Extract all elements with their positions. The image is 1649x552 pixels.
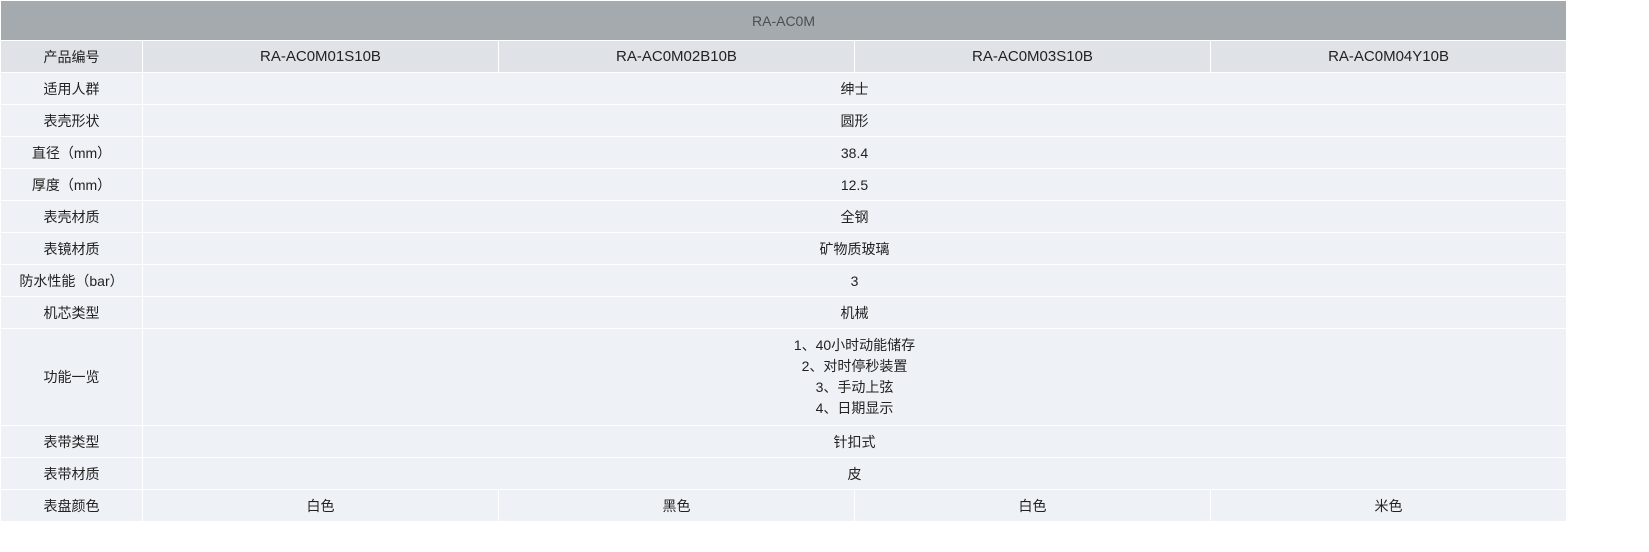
spec-row-movement-type: 机芯类型 机械 (0, 296, 1568, 329)
spec-label: 表带类型 (0, 425, 143, 458)
function-item: 4、日期显示 (815, 400, 894, 416)
spec-value: 机械 (141, 296, 1568, 329)
spec-value: 针扣式 (141, 425, 1568, 458)
product-code-label: 产品编号 (0, 40, 143, 73)
spec-label: 机芯类型 (0, 296, 143, 329)
spec-label: 功能一览 (0, 328, 143, 426)
model-row: 产品编号 RA-AC0M01S10B RA-AC0M02B10B RA-AC0M… (0, 40, 1568, 73)
spec-value: 12.5 (141, 168, 1568, 201)
function-item: 1、40小时动能储存 (793, 337, 916, 353)
spec-label: 表带材质 (0, 457, 143, 490)
dial-color-4: 米色 (1209, 489, 1568, 522)
spec-row-functions: 功能一览 1、40小时动能储存 2、对时停秒装置 3、手动上弦 4、日期显示 (0, 328, 1568, 426)
spec-row-strap-material: 表带材质 皮 (0, 457, 1568, 490)
function-item: 3、手动上弦 (815, 379, 894, 395)
spec-label: 表盘颜色 (0, 489, 143, 522)
spec-label: 适用人群 (0, 72, 143, 105)
spec-label: 表壳材质 (0, 200, 143, 233)
functions-list: 1、40小时动能储存 2、对时停秒装置 3、手动上弦 4、日期显示 (141, 328, 1568, 426)
spec-row-case-shape: 表壳形状 圆形 (0, 104, 1568, 137)
spec-row-diameter: 直径（mm） 38.4 (0, 136, 1568, 169)
spec-value: 3 (141, 264, 1568, 297)
model-code-3: RA-AC0M03S10B (854, 40, 1211, 73)
series-header-row: RA-AC0M (0, 0, 1568, 41)
dial-color-1: 白色 (142, 489, 499, 522)
spec-value: 皮 (141, 457, 1568, 490)
spec-row-case-material: 表壳材质 全钢 (0, 200, 1568, 233)
spec-label: 表壳形状 (0, 104, 143, 137)
spec-value: 圆形 (141, 104, 1568, 137)
spec-value: 全钢 (141, 200, 1568, 233)
model-code-2: RA-AC0M02B10B (498, 40, 855, 73)
spec-value: 矿物质玻璃 (141, 232, 1568, 265)
spec-row-audience: 适用人群 绅士 (0, 72, 1568, 105)
spec-row-strap-type: 表带类型 针扣式 (0, 425, 1568, 458)
series-title: RA-AC0M (0, 0, 1568, 41)
spec-value: 绅士 (141, 72, 1568, 105)
spec-table: RA-AC0M 产品编号 RA-AC0M01S10B RA-AC0M02B10B… (0, 0, 1568, 522)
spec-label: 厚度（mm） (0, 168, 143, 201)
spec-label: 防水性能（bar） (0, 264, 143, 297)
spec-row-water-resistance: 防水性能（bar） 3 (0, 264, 1568, 297)
spec-label: 表镜材质 (0, 232, 143, 265)
function-item: 2、对时停秒装置 (801, 358, 908, 374)
spec-label: 直径（mm） (0, 136, 143, 169)
spec-value: 38.4 (141, 136, 1568, 169)
spec-row-dial-color: 表盘颜色 白色 黑色 白色 米色 (0, 489, 1568, 522)
model-code-1: RA-AC0M01S10B (142, 40, 499, 73)
spec-row-crystal-material: 表镜材质 矿物质玻璃 (0, 232, 1568, 265)
spec-row-thickness: 厚度（mm） 12.5 (0, 168, 1568, 201)
model-code-4: RA-AC0M04Y10B (1209, 40, 1568, 73)
dial-color-3: 白色 (854, 489, 1211, 522)
dial-color-2: 黑色 (498, 489, 855, 522)
